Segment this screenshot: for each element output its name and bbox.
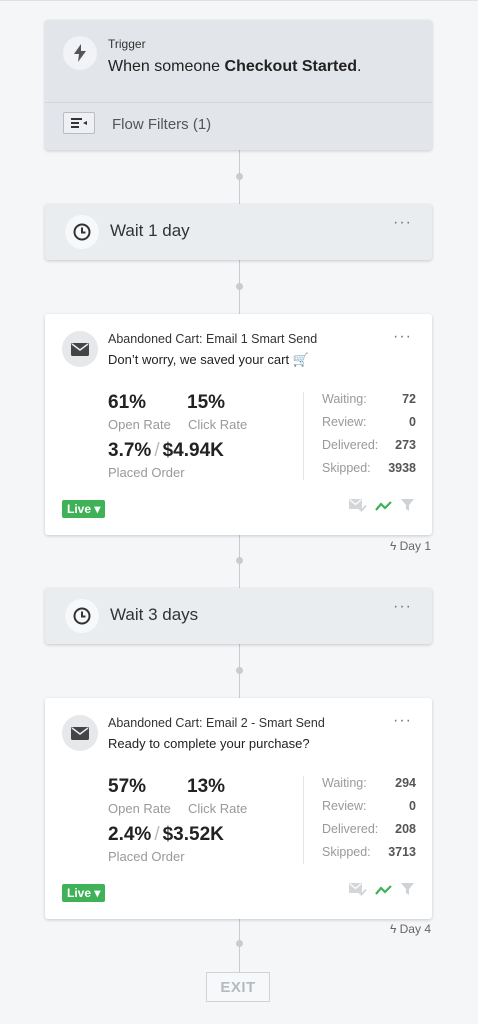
flow-filters-link[interactable]: Flow Filters (1)	[112, 116, 211, 133]
email-name: Abandoned Cart: Email 1 Smart Send	[108, 332, 318, 346]
email-1-card[interactable]: Abandoned Cart: Email 1 Smart Send Don’t…	[45, 314, 432, 535]
count-row-waiting: Waiting: 294	[322, 776, 416, 799]
open-rate-value: 57%	[108, 776, 147, 797]
stats-divider	[303, 392, 304, 480]
placed-order-percent: 2.4%	[108, 824, 152, 845]
more-options-button[interactable]: ···	[393, 214, 412, 232]
card-actions	[349, 498, 414, 517]
connector-dot	[236, 173, 243, 180]
count-key: Review:	[322, 799, 367, 813]
placed-order-label: Placed Order	[108, 849, 185, 864]
day-tag-label: Day 1	[399, 539, 431, 553]
count-key: Waiting:	[322, 776, 367, 790]
status-live-dropdown[interactable]: Live ▾	[62, 884, 106, 902]
open-rate-value: 61%	[108, 392, 147, 413]
count-value: 72	[402, 392, 416, 406]
slash-separator: /	[154, 440, 160, 461]
count-key: Waiting:	[322, 392, 367, 406]
slash-separator: /	[154, 824, 160, 845]
email-subject: Ready to complete your purchase?	[108, 736, 310, 751]
click-rate-value: 13%	[187, 776, 226, 797]
count-row-review: Review: 0	[322, 799, 416, 822]
trigger-event: Checkout Started	[224, 58, 357, 75]
count-key: Review:	[322, 415, 367, 429]
count-key: Skipped:	[322, 845, 371, 859]
click-rate-label: Click Rate	[188, 801, 248, 816]
count-key: Skipped:	[322, 461, 371, 475]
trend-icon[interactable]	[375, 883, 393, 901]
top-border	[0, 0, 478, 1]
placed-order-label: Placed Order	[108, 465, 185, 480]
connector-dot	[236, 940, 243, 947]
clock-icon	[65, 215, 99, 249]
envelope-icon	[62, 331, 98, 367]
mail-check-icon[interactable]	[349, 498, 367, 517]
placed-order-value: 2.4% / $3.52K	[108, 824, 224, 846]
trigger-desc-suffix: .	[356, 58, 362, 75]
count-row-delivered: Delivered: 273	[322, 438, 416, 461]
lightning-icon	[63, 36, 97, 70]
count-value: 0	[409, 799, 416, 813]
count-value: 3713	[388, 845, 416, 859]
filter-icon[interactable]	[401, 882, 414, 901]
count-key: Delivered:	[322, 438, 379, 452]
day-tag-label: Day 4	[399, 922, 431, 936]
placed-order-value: 3.7% / $4.94K	[108, 440, 224, 462]
count-value: 208	[395, 822, 416, 836]
clock-icon	[65, 599, 99, 633]
trend-icon[interactable]	[375, 499, 393, 517]
trigger-label: Trigger	[108, 37, 146, 51]
placed-order-revenue: $3.52K	[162, 824, 224, 845]
recipient-counts: Waiting: 72 Review: 0 Delivered: 273 Skippe…	[322, 392, 416, 484]
connector-dot	[236, 667, 243, 674]
open-rate-label: Open Rate	[108, 801, 171, 816]
placed-order-percent: 3.7%	[108, 440, 152, 461]
more-options-button[interactable]: ···	[393, 712, 412, 730]
trigger-description: When someone Checkout Started.	[108, 58, 361, 76]
recipient-counts: Waiting: 294 Review: 0 Delivered: 208 Skipp…	[322, 776, 416, 868]
placed-order-revenue: $4.94K	[162, 440, 224, 461]
open-rate-label: Open Rate	[108, 417, 171, 432]
exit-node[interactable]: EXIT	[206, 972, 270, 1002]
more-options-button[interactable]: ···	[393, 328, 412, 346]
filter-icon[interactable]	[401, 498, 414, 517]
lightning-icon: ϟ	[389, 539, 400, 553]
day-1-tag: ϟ Day 1	[390, 539, 431, 553]
click-rate-value: 15%	[187, 392, 226, 413]
envelope-icon	[62, 715, 98, 751]
count-value: 3938	[388, 461, 416, 475]
wait-label: Wait 3 days	[110, 605, 199, 624]
day-4-tag: ϟ Day 4	[390, 922, 431, 936]
trigger-desc-prefix: When someone	[108, 58, 225, 75]
wait-1-day-card[interactable]: Wait 1 day ···	[45, 204, 432, 260]
trigger-divider	[45, 102, 432, 103]
card-actions	[349, 882, 414, 901]
count-row-delivered: Delivered: 208	[322, 822, 416, 845]
count-value: 0	[409, 415, 416, 429]
count-row-review: Review: 0	[322, 415, 416, 438]
wait-label: Wait 1 day	[110, 221, 190, 240]
email-2-card[interactable]: Abandoned Cart: Email 2 - Smart Send Rea…	[45, 698, 432, 919]
click-rate-label: Click Rate	[188, 417, 248, 432]
lightning-icon: ϟ	[389, 922, 400, 936]
email-subject: Don’t worry, we saved your cart 🛒	[108, 352, 309, 367]
connector-dot	[236, 557, 243, 564]
count-key: Delivered:	[322, 822, 379, 836]
stats-divider	[303, 776, 304, 864]
count-row-waiting: Waiting: 72	[322, 392, 416, 415]
connector-dot	[236, 283, 243, 290]
mail-check-icon[interactable]	[349, 882, 367, 901]
count-value: 273	[395, 438, 416, 452]
trigger-card[interactable]: Trigger When someone Checkout Started. F…	[45, 20, 432, 150]
wait-3-days-card[interactable]: Wait 3 days ···	[45, 588, 432, 644]
email-name: Abandoned Cart: Email 2 - Smart Send	[108, 716, 325, 730]
count-row-skipped: Skipped: 3938	[322, 461, 416, 484]
more-options-button[interactable]: ···	[393, 598, 412, 616]
status-live-dropdown[interactable]: Live ▾	[62, 500, 106, 518]
count-row-skipped: Skipped: 3713	[322, 845, 416, 868]
count-value: 294	[395, 776, 416, 790]
filter-list-icon[interactable]	[63, 112, 95, 134]
